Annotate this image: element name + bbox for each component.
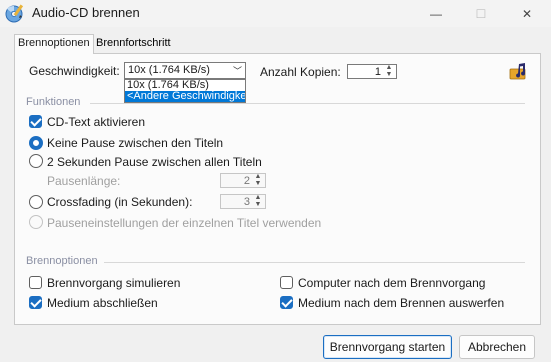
tab-brennfortschritt[interactable]: Brennfortschritt: [93, 35, 174, 54]
speed-value: 10x (1.764 KB/s): [128, 64, 210, 76]
spin-arrows-icon: ▲ ▼: [254, 173, 262, 187]
two-sec-pause-radio[interactable]: [29, 154, 43, 168]
shutdown-checkbox[interactable]: [280, 276, 293, 289]
finalize-label: Medium abschließen: [47, 296, 158, 310]
copies-label: Anzahl Kopien:: [260, 65, 341, 79]
pause-length-spinner: 2 ▲ ▼: [220, 173, 266, 188]
cancel-button[interactable]: Abbrechen: [459, 335, 535, 359]
crossfading-value: 3: [243, 196, 250, 208]
simulate-checkbox[interactable]: [29, 276, 42, 289]
crossfading-spinner: 3 ▲ ▼: [220, 194, 266, 209]
start-burn-button[interactable]: Brennvorgang starten: [323, 335, 452, 359]
group-divider: [90, 103, 525, 104]
speed-option[interactable]: <Andere Geschwindigke: [125, 91, 245, 102]
copies-value: 1: [374, 66, 381, 78]
maximize-button[interactable]: ☐: [458, 0, 504, 27]
spin-arrows-icon[interactable]: ▲ ▼: [384, 64, 394, 78]
group-label-brennoptionen: Brennoptionen: [26, 255, 98, 267]
simulate-label: Brennvorgang simulieren: [47, 276, 181, 290]
pause-length-label: Pausenlänge:: [47, 174, 121, 188]
chevron-down-icon: ﹀: [232, 66, 242, 76]
per-track-label: Pauseneinstellungen der einzelnen Titel …: [47, 216, 322, 230]
eject-checkbox[interactable]: [280, 296, 293, 309]
speed-option[interactable]: 10x (1.764 KB/s): [125, 80, 245, 91]
group-divider: [104, 262, 525, 263]
speed-label: Geschwindigkeit:: [29, 64, 120, 78]
close-button[interactable]: ✕: [504, 0, 550, 27]
crossfading-label: Crossfading (in Sekunden):: [47, 195, 193, 209]
finalize-checkbox[interactable]: [29, 296, 42, 309]
pause-length-value: 2: [243, 175, 250, 187]
group-label-funktionen: Funktionen: [26, 96, 81, 108]
speed-combobox[interactable]: 10x (1.764 KB/s) ﹀: [124, 62, 246, 79]
title-bar: Audio-CD brennen — ☐ ✕: [0, 0, 551, 27]
cd-text-checkbox[interactable]: [29, 115, 42, 128]
crossfading-radio[interactable]: [29, 195, 43, 209]
shutdown-label: Computer nach dem Brennvorgang: [298, 276, 486, 290]
copies-spinner[interactable]: 1 ▲ ▼: [347, 64, 397, 79]
two-sec-pause-label: 2 Sekunden Pause zwischen allen Titeln: [47, 155, 262, 169]
spin-arrows-icon: ▲ ▼: [254, 194, 262, 208]
no-pause-radio[interactable]: [29, 136, 43, 150]
eject-label: Medium nach dem Brennen auswerfen: [298, 296, 505, 310]
tab-brennoptionen[interactable]: Brennoptionen: [14, 34, 94, 54]
minimize-button[interactable]: —: [413, 0, 459, 27]
cd-text-label: CD-Text aktivieren: [47, 115, 146, 129]
cd-burn-icon: [5, 4, 24, 23]
no-pause-label: Keine Pause zwischen den Titeln: [47, 136, 224, 150]
speed-dropdown-list: 10x (1.764 KB/s) <Andere Geschwindigke: [124, 79, 246, 103]
window-title: Audio-CD brennen: [32, 5, 140, 20]
per-track-radio: [29, 215, 43, 229]
music-note-icon[interactable]: [509, 63, 529, 81]
